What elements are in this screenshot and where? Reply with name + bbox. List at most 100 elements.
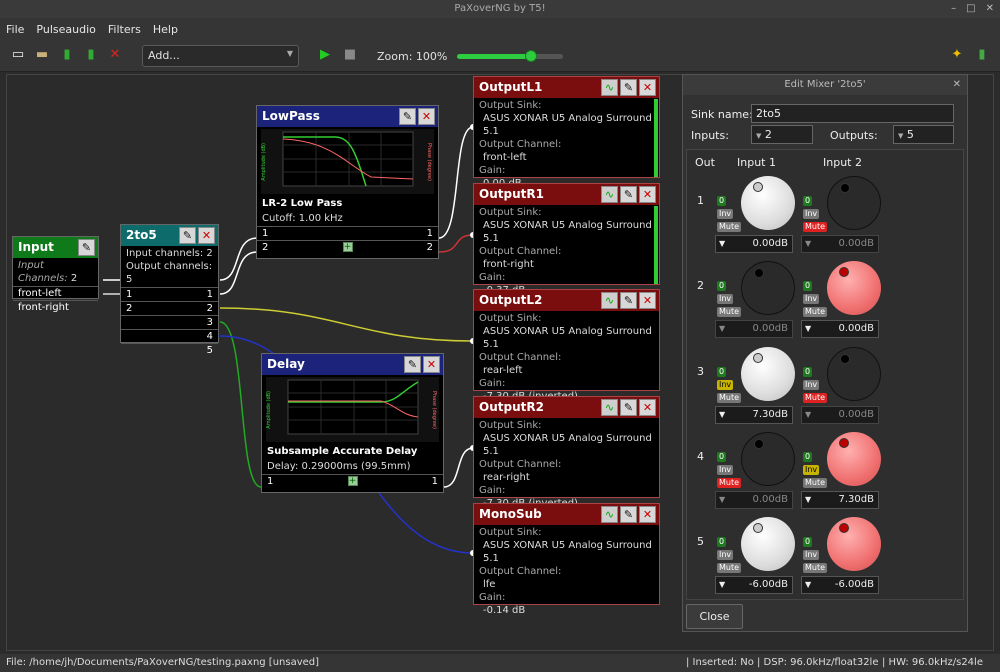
waveform-icon[interactable]: ∿ <box>601 292 618 309</box>
gain-spinbox[interactable]: ▼ 7.30dB <box>801 491 879 509</box>
lowpass-node[interactable]: LowPass ✎ ✕ Amplitude (dB) Phase (degree) … <box>256 105 439 259</box>
gain-spinbox[interactable]: ▼ 0.00dB <box>801 406 879 424</box>
close-icon[interactable]: ✕ <box>198 227 215 244</box>
invert-toggle[interactable]: Inv <box>803 294 820 304</box>
gain-knob[interactable] <box>741 261 795 315</box>
mute-toggle[interactable]: Mute <box>803 222 828 232</box>
gain-spinbox[interactable]: ▼ -6.00dB <box>801 576 879 594</box>
invert-toggle[interactable]: Inv <box>803 465 820 475</box>
invert-toggle[interactable]: Inv <box>803 380 820 390</box>
mute-toggle[interactable]: Mute <box>717 478 742 488</box>
close-icon[interactable]: ✕ <box>639 292 656 309</box>
mixer-port-3[interactable]: 3 <box>121 315 218 329</box>
enable-badge[interactable]: 0 <box>803 537 813 547</box>
output-node[interactable]: OutputL1 ∿ ✎ ✕ Output Sink: ASUS XONAR U5 Ana… <box>473 76 660 189</box>
waveform-icon[interactable]: ∿ <box>601 186 618 203</box>
output-node[interactable]: MonoSub ∿ ✎ ✕ Output Sink: ASUS XONAR U5 Anal… <box>473 503 660 616</box>
output-node-header[interactable]: MonoSub ∿ ✎ ✕ <box>474 504 659 525</box>
mixer-port-1[interactable]: 11 <box>121 287 218 301</box>
gain-spinbox[interactable]: ▼ 0.00dB <box>801 235 879 253</box>
close-icon[interactable]: ✕ <box>639 186 656 203</box>
maximize-icon[interactable]: □ <box>966 3 975 14</box>
input-port-front-left[interactable]: front-left <box>13 286 98 300</box>
delay-node[interactable]: Delay ✎ ✕ Amplitude (dB) Phase (degree) Su… <box>261 353 444 493</box>
add-port-icon[interactable]: + <box>347 476 358 486</box>
enable-badge[interactable]: 0 <box>717 452 727 462</box>
gain-knob[interactable] <box>827 176 881 230</box>
enable-badge[interactable]: 0 <box>717 281 727 291</box>
output-node-header[interactable]: OutputL1 ∿ ✎ ✕ <box>474 77 659 98</box>
stop-icon[interactable]: ■ <box>343 48 357 62</box>
exit-icon[interactable]: ▮ <box>975 48 989 62</box>
invert-toggle[interactable]: Inv <box>717 550 734 560</box>
output-node-header[interactable]: OutputL2 ∿ ✎ ✕ <box>474 290 659 311</box>
open-folder-icon[interactable]: ▬ <box>35 48 49 62</box>
output-node[interactable]: OutputR2 ∿ ✎ ✕ Output Sink: ASUS XONAR U5 Ana… <box>473 396 660 509</box>
delete-icon[interactable]: ✕ <box>108 48 122 62</box>
zoom-slider[interactable] <box>457 50 563 62</box>
enable-badge[interactable]: 0 <box>803 452 813 462</box>
invert-toggle[interactable]: Inv <box>717 294 734 304</box>
edit-pencil-icon[interactable]: ✎ <box>404 356 421 373</box>
gain-knob[interactable] <box>827 517 881 571</box>
output-node[interactable]: OutputL2 ∿ ✎ ✕ Output Sink: ASUS XONAR U5 Ana… <box>473 289 660 402</box>
play-icon[interactable]: ▶ <box>318 48 332 62</box>
gain-spinbox[interactable]: ▼ 0.00dB <box>715 235 793 253</box>
edit-pencil-icon[interactable]: ✎ <box>399 108 416 125</box>
input-node-header[interactable]: Input ✎ <box>13 237 98 258</box>
gain-knob[interactable] <box>741 176 795 230</box>
close-icon[interactable]: ✕ <box>423 356 440 373</box>
waveform-icon[interactable]: ∿ <box>601 506 618 523</box>
menu-file[interactable]: File <box>6 23 24 36</box>
gain-knob[interactable] <box>741 517 795 571</box>
lowpass-port-1[interactable]: 11 <box>257 226 438 240</box>
close-icon[interactable]: ✕ <box>418 108 435 125</box>
mute-toggle[interactable]: Mute <box>717 222 742 232</box>
close-icon[interactable]: ✕ <box>639 79 656 96</box>
output-node-header[interactable]: OutputR2 ∿ ✎ ✕ <box>474 397 659 418</box>
gain-spinbox[interactable]: ▼ 7.30dB <box>715 406 793 424</box>
gain-knob[interactable] <box>827 347 881 401</box>
delay-node-header[interactable]: Delay ✎ ✕ <box>262 354 443 375</box>
close-icon[interactable]: ✕ <box>639 399 656 416</box>
sparkle-icon[interactable]: ✦ <box>950 48 964 62</box>
invert-toggle[interactable]: Inv <box>803 550 820 560</box>
mute-toggle[interactable]: Mute <box>803 307 828 317</box>
add-filter-select[interactable]: Add... ▼ <box>142 45 299 67</box>
enable-badge[interactable]: 0 <box>803 196 813 206</box>
mute-toggle[interactable]: Mute <box>717 307 742 317</box>
gain-spinbox[interactable]: ▼ 0.00dB <box>715 320 793 338</box>
mixer-node[interactable]: 2to5 ✎ ✕ Input channels: 2 Output channels:… <box>120 224 219 356</box>
output-node-header[interactable]: OutputR1 ∿ ✎ ✕ <box>474 184 659 205</box>
enable-badge[interactable]: 0 <box>803 367 813 377</box>
gain-knob[interactable] <box>827 261 881 315</box>
menu-help[interactable]: Help <box>153 23 178 36</box>
edit-pencil-icon[interactable]: ✎ <box>620 186 637 203</box>
menu-pulseaudio[interactable]: Pulseaudio <box>36 23 95 36</box>
waveform-icon[interactable]: ∿ <box>601 79 618 96</box>
invert-toggle[interactable]: Inv <box>717 465 734 475</box>
mixer-port-2[interactable]: 22 <box>121 301 218 315</box>
lowpass-node-header[interactable]: LowPass ✎ ✕ <box>257 106 438 127</box>
close-button[interactable]: Close <box>686 604 743 629</box>
gain-spinbox[interactable]: ▼ 0.00dB <box>801 320 879 338</box>
mute-toggle[interactable]: Mute <box>717 563 742 573</box>
add-port-icon[interactable]: + <box>342 242 353 252</box>
input-port-front-right[interactable]: front-right <box>13 300 98 314</box>
gain-knob[interactable] <box>741 347 795 401</box>
enable-badge[interactable]: 0 <box>717 537 727 547</box>
inputs-spinbox[interactable]: ▼ 2 <box>751 125 813 144</box>
edit-pencil-icon[interactable]: ✎ <box>620 79 637 96</box>
mixer-port-5[interactable]: 5 <box>121 343 218 357</box>
enable-badge[interactable]: 0 <box>717 196 727 206</box>
close-icon[interactable]: ✕ <box>953 75 961 95</box>
mute-toggle[interactable]: Mute <box>803 393 828 403</box>
menu-filters[interactable]: Filters <box>108 23 141 36</box>
edit-pencil-icon[interactable]: ✎ <box>620 506 637 523</box>
lowpass-port-2[interactable]: 2 +2 <box>257 240 438 254</box>
edit-pencil-icon[interactable]: ✎ <box>620 399 637 416</box>
edit-pencil-icon[interactable]: ✎ <box>620 292 637 309</box>
outputs-spinbox[interactable]: ▼ 5 <box>893 125 954 144</box>
invert-toggle[interactable]: Inv <box>717 209 734 219</box>
save-icon[interactable]: ▮ <box>60 48 74 62</box>
